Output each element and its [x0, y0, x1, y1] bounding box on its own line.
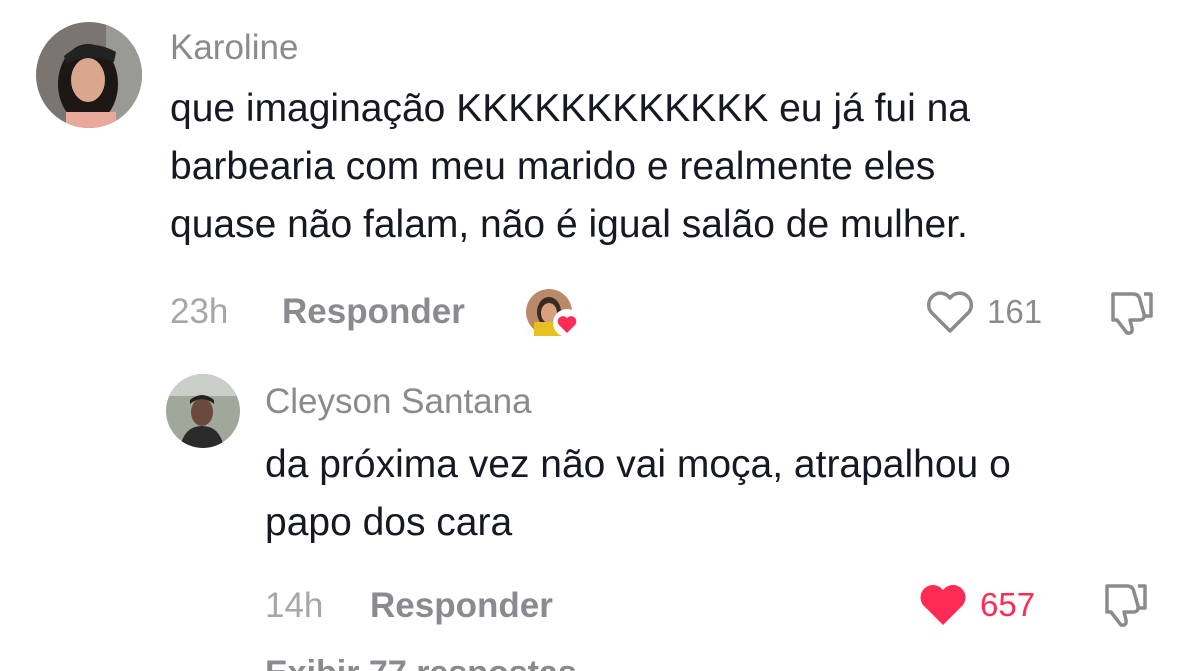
- comment-text: que imaginação KKKKKKKKKKKK eu já fui na…: [170, 87, 970, 246]
- dislike-button[interactable]: [1097, 582, 1149, 633]
- comment-username[interactable]: Karoline: [170, 28, 298, 68]
- thumbs-down-icon: [1105, 584, 1147, 627]
- creator-heart-badge-icon: [526, 289, 581, 337]
- reply-button[interactable]: Responder: [370, 586, 553, 626]
- like-button[interactable]: 161: [925, 290, 1042, 334]
- profile-photo-icon: [36, 22, 142, 128]
- comment-text: da próxima vez não vai moça, atrapalhou …: [265, 443, 1011, 544]
- avatar[interactable]: [36, 22, 142, 128]
- like-button[interactable]: 657: [918, 583, 1035, 627]
- comment-username[interactable]: Cleyson Santana: [265, 382, 532, 422]
- avatar[interactable]: [166, 374, 240, 448]
- view-more-replies-link[interactable]: Exibir 77 respostas: [265, 654, 577, 671]
- profile-photo-icon: [166, 374, 240, 448]
- comment-timestamp: 14h: [265, 586, 324, 625]
- heart-filled-icon: [920, 585, 966, 625]
- reply-cleyson-santana: Cleyson Santana da próxima vez não vai m…: [0, 350, 1200, 650]
- dislike-button[interactable]: [1103, 290, 1155, 341]
- comment-karoline: Karoline que imaginação KKKKKKKKKKKK eu …: [0, 0, 1200, 350]
- like-count: 161: [987, 293, 1043, 330]
- like-count: 657: [980, 586, 1036, 623]
- heart-outline-icon: [926, 291, 974, 333]
- creator-liked-badge: [524, 288, 581, 338]
- comment-timestamp: 23h: [170, 292, 229, 331]
- reply-button[interactable]: Responder: [282, 292, 465, 332]
- thumbs-down-icon: [1111, 292, 1153, 335]
